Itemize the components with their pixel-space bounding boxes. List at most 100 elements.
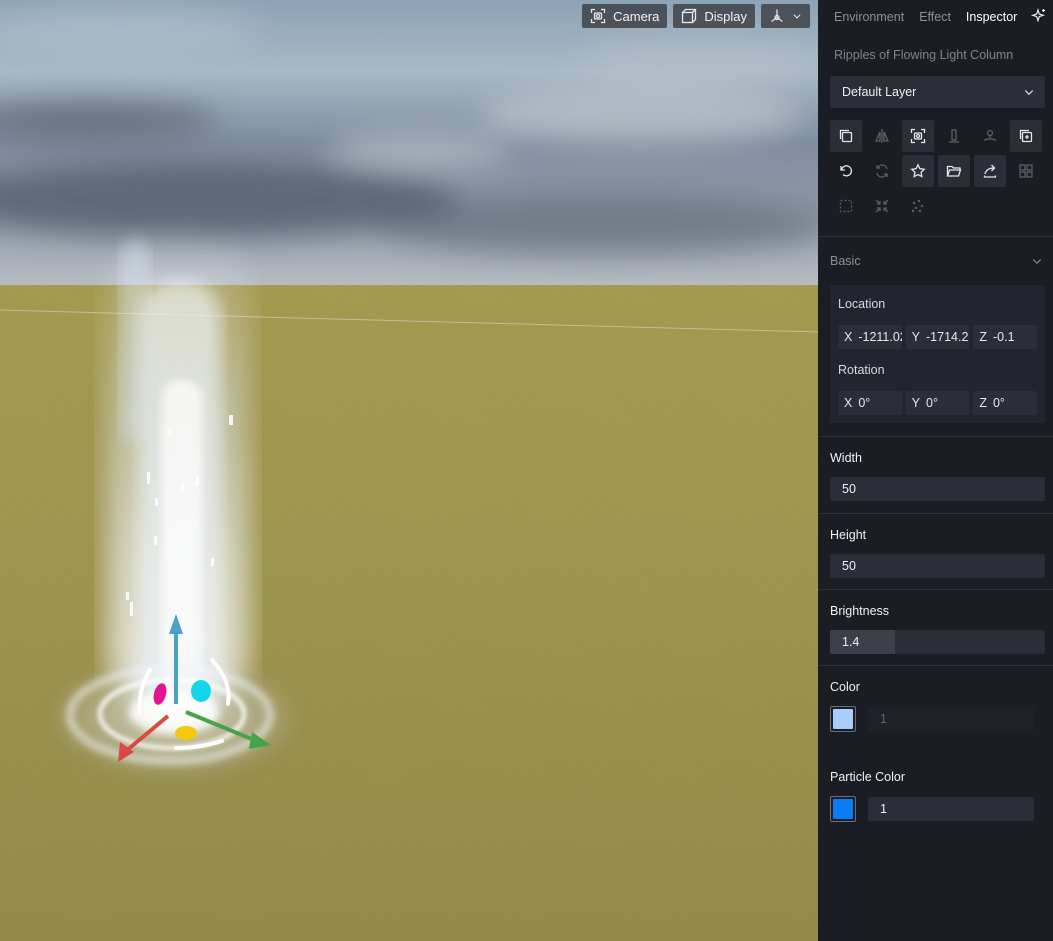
effect-title: Ripples of Flowing Light Column [834,48,1014,62]
location-z-field[interactable]: Z -0.1 [973,325,1038,349]
collapse-tool[interactable] [866,190,898,222]
brightness-value: 1.4 [842,635,860,649]
grid-tool[interactable] [1010,155,1042,187]
location-label: Location [838,297,886,311]
height-label: Height [830,528,867,542]
viewport-toolbar: Camera Display [582,4,810,28]
scene-overlay [0,8,818,780]
basic-section-header[interactable]: Basic [818,237,1053,285]
height-value: 50 [842,559,856,573]
tab-inspector[interactable]: Inspector [966,10,1017,24]
select-tool[interactable] [830,190,862,222]
color-intensity-value: 1 [880,712,887,726]
color-label: Color [830,680,860,694]
camera-button[interactable]: Camera [582,4,668,28]
focus-tool[interactable] [902,120,934,152]
chevron-down-icon [793,14,801,19]
collapse-icon [875,199,889,213]
axis-z-label: Z [979,330,987,344]
location-fields: X -1211.02 Y -1714.27 Z -0.1 [838,325,1038,349]
color-swatch-fill [833,709,853,729]
color-intensity-input[interactable]: 1 [868,707,1034,731]
pillar-icon [949,129,959,143]
axis-y-label: Y [911,330,921,344]
inspector-panel: Environment Effect Inspector Ripples of … [818,0,1053,941]
display-button-label: Display [704,8,747,24]
location-y-value: -1714.27 [926,330,969,344]
gizmo-mode-dropdown[interactable] [761,4,810,28]
mirror-tool[interactable] [866,120,898,152]
layer-select[interactable]: Default Layer [830,76,1045,108]
rotation-z-value: 0° [992,396,1005,410]
axis-x-label: X [844,330,853,344]
rotate-ccw-icon [840,165,853,177]
axis-y-label: Y [911,396,921,410]
chevron-down-icon [1032,259,1042,265]
share-icon [983,164,997,178]
color-row: 1 [830,706,1045,732]
particle-color-property: Particle Color 1 [818,756,1053,846]
rotation-label: Rotation [838,363,885,377]
location-z-value: -0.1 [992,330,1015,344]
star-icon [910,163,926,178]
copy-icon [839,129,853,143]
height-property: Height 50 [818,514,1053,589]
panel-tabs: Environment Effect Inspector [818,0,1053,33]
place-tool[interactable] [974,120,1006,152]
axis-x-label: X [844,396,853,410]
tab-effect[interactable]: Effect [919,10,951,24]
open-folder-tool[interactable] [938,155,970,187]
scatter-tool[interactable] [902,190,934,222]
rotation-z-field[interactable]: Z 0° [973,391,1038,415]
tool-icon-grid [830,120,1053,222]
rotation-y-field[interactable]: Y 0° [905,391,970,415]
camera-button-label: Camera [613,8,660,24]
particle-color-intensity-value: 1 [880,802,887,816]
location-y-field[interactable]: Y -1714.27 [905,325,970,349]
refresh-tool[interactable] [866,155,898,187]
width-input[interactable]: 50 [830,477,1045,501]
grid-icon [1019,164,1033,178]
rotation-x-field[interactable]: X 0° [838,391,902,415]
height-input[interactable]: 50 [830,554,1045,578]
tab-environment[interactable]: Environment [834,10,904,24]
axis-gizmo-icon [771,9,783,23]
gizmo-plane-handle-yellow[interactable] [175,726,197,740]
3d-viewport[interactable]: Camera Display [0,0,818,941]
particle-color-swatch-fill [833,799,853,819]
particle-color-swatch[interactable] [830,796,856,822]
cube-display-icon [682,8,697,24]
color-swatch[interactable] [830,706,856,732]
sparkle-icon[interactable] [1031,8,1047,24]
particle-color-intensity-input[interactable]: 1 [868,797,1034,821]
copy-tool[interactable] [830,120,862,152]
share-tool[interactable] [974,155,1006,187]
chevron-down-icon [1024,90,1034,96]
ground-snap-tool[interactable] [938,120,970,152]
particle-color-row: 1 [830,796,1045,822]
mirror-icon [874,129,890,143]
scatter-dots-icon [911,199,924,213]
location-x-value: -1211.02 [858,330,901,344]
dashed-select-icon [839,199,853,213]
display-button[interactable]: Display [673,4,755,28]
color-property: Color 1 [818,666,1053,756]
add-tool[interactable] [1010,120,1042,152]
axis-z-label: Z [979,396,987,410]
focus-camera-icon [910,128,926,144]
undo-tool[interactable] [830,155,862,187]
location-x-field[interactable]: X -1211.02 [838,325,902,349]
width-property: Width 50 [818,437,1053,513]
folder-icon [946,165,962,177]
refresh-icon [876,164,888,178]
width-value: 50 [842,482,856,496]
basic-section-label: Basic [830,254,861,268]
favorite-tool[interactable] [902,155,934,187]
brightness-property: Brightness 1.4 [818,590,1053,665]
brightness-slider[interactable]: 1.4 [830,630,1045,654]
pin-ground-icon [983,129,997,142]
rotation-y-value: 0° [926,396,938,410]
brightness-label: Brightness [830,604,890,618]
particle-color-label: Particle Color [830,770,906,784]
gizmo-plane-handle-cyan[interactable] [191,680,211,702]
